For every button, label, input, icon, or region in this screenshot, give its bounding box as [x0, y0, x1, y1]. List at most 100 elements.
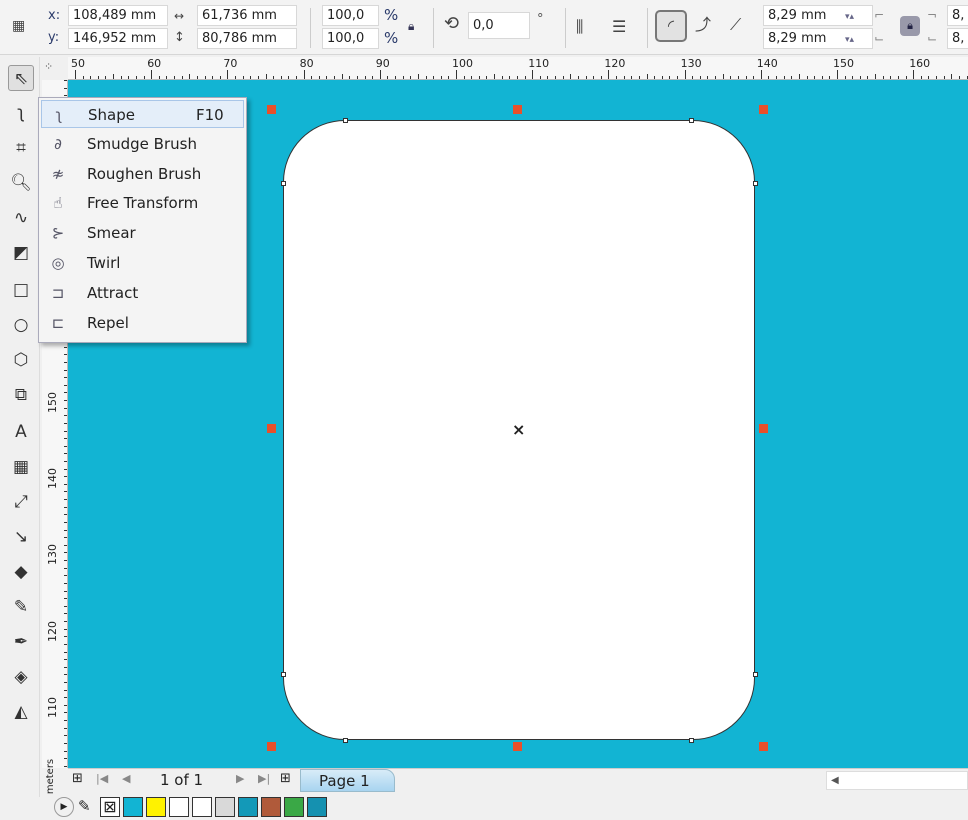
dimension-tool-icon[interactable]: ⤢: [8, 489, 34, 515]
rotation-input[interactable]: 0,0: [468, 12, 530, 39]
selection-handle[interactable]: [513, 742, 522, 751]
scalloped-corner-button[interactable]: ⤴: [695, 15, 711, 35]
lock-corners-icon[interactable]: 🔒︎: [900, 16, 920, 36]
extrude-tool-icon[interactable]: ◆: [8, 559, 34, 585]
menu-item-attract[interactable]: ⊐ Attract: [41, 279, 244, 307]
table-tool-icon[interactable]: ▦: [8, 454, 34, 480]
selection-handle[interactable]: [267, 742, 276, 751]
ruler-tick: [250, 76, 252, 79]
shape-tool-flyout: ʅ Shape F10 ∂ Smudge Brush ≉ Roughen Brush ☝ Fre…: [38, 97, 247, 343]
menu-item-shape[interactable]: ʅ Shape F10: [41, 100, 244, 128]
ruler-tick: [867, 76, 869, 79]
color-swatch[interactable]: [307, 797, 327, 817]
ruler-tick: [64, 438, 67, 440]
chamfered-corner-button[interactable]: ⟋: [730, 15, 741, 35]
tab-page-1[interactable]: Page 1: [300, 769, 395, 792]
color-swatch[interactable]: [169, 797, 189, 817]
menu-item-repel[interactable]: ⊏ Repel: [41, 309, 244, 337]
ruler-tick: [410, 76, 412, 79]
no-color-swatch[interactable]: ⊠: [100, 797, 120, 817]
ellipse-tool-icon[interactable]: ○: [8, 312, 34, 338]
selection-handle[interactable]: [267, 424, 276, 433]
spinner-icon[interactable]: ▾▴: [845, 30, 854, 50]
shape-node[interactable]: [689, 118, 694, 123]
ruler-tick: [966, 76, 968, 79]
width-input[interactable]: 61,736 mm: [197, 5, 297, 26]
menu-item-smear[interactable]: ⊱ Smear: [41, 219, 244, 247]
polygon-tool-icon[interactable]: ⬡: [8, 347, 34, 373]
ruler-tick: [113, 74, 115, 79]
basic-shapes-icon[interactable]: ⧉: [8, 382, 34, 408]
menu-item-free-transform[interactable]: ☝ Free Transform: [41, 189, 244, 217]
next-page-icon[interactable]: ▶: [236, 772, 244, 785]
shape-tool-icon[interactable]: ʅ: [8, 100, 34, 126]
menu-item-twirl[interactable]: ◎ Twirl: [41, 249, 244, 277]
ruler-tick: [318, 76, 320, 79]
interactive-fill-icon[interactable]: ◭: [8, 699, 34, 725]
connector-tool-icon[interactable]: ↘: [8, 524, 34, 550]
shape-node[interactable]: [689, 738, 694, 743]
pick-tool-icon[interactable]: ⇖: [8, 65, 34, 91]
ruler-tick: [715, 76, 717, 79]
shape-node[interactable]: [753, 672, 758, 677]
scale-y-input[interactable]: 100,0: [322, 28, 379, 49]
smart-fill-icon[interactable]: ◩: [8, 240, 34, 266]
x-position-input[interactable]: 108,489 mm: [68, 5, 168, 26]
last-page-icon[interactable]: ▶|: [258, 772, 270, 785]
shape-node[interactable]: [343, 738, 348, 743]
ruler-tick: [64, 651, 67, 653]
prev-page-icon[interactable]: ◀: [122, 772, 130, 785]
outline-pen-icon[interactable]: ✒: [8, 629, 34, 655]
ruler-tick: [791, 76, 793, 79]
corner-radius-right-bottom-input[interactable]: 8,: [947, 28, 968, 49]
color-swatch[interactable]: [261, 797, 281, 817]
height-input[interactable]: 80,786 mm: [197, 28, 297, 49]
color-swatch[interactable]: [192, 797, 212, 817]
selection-handle[interactable]: [759, 105, 768, 114]
menu-item-smudge-brush[interactable]: ∂ Smudge Brush: [41, 130, 244, 158]
horizontal-scrollbar[interactable]: ◀: [826, 771, 968, 790]
spinner-icon[interactable]: ▾▴: [845, 7, 854, 27]
shape-node[interactable]: [343, 118, 348, 123]
corner-radius-right-top-input[interactable]: 8,: [947, 5, 968, 26]
palette-scroll-icon[interactable]: ▶: [54, 797, 74, 817]
horizontal-ruler[interactable]: 50 60 70 80 90 100 110 120 130 140 150 160: [68, 57, 968, 80]
rectangle-tool-icon[interactable]: □: [8, 277, 34, 303]
selection-handle[interactable]: [759, 742, 768, 751]
mirror-horizontal-icon[interactable]: ⫼: [576, 17, 583, 37]
color-swatch[interactable]: [215, 797, 235, 817]
first-page-icon[interactable]: |◀: [96, 772, 108, 785]
center-marker-icon[interactable]: ×: [512, 420, 525, 439]
selection-handle[interactable]: [513, 105, 522, 114]
ruler-tick: [661, 76, 663, 79]
selection-handle[interactable]: [267, 105, 276, 114]
text-tool-icon[interactable]: A: [8, 419, 34, 445]
add-page-before-icon[interactable]: ⊞: [72, 771, 83, 786]
shape-node[interactable]: [281, 672, 286, 677]
selection-handle[interactable]: [759, 424, 768, 433]
add-page-after-icon[interactable]: ⊞: [280, 771, 291, 786]
color-swatch[interactable]: [238, 797, 258, 817]
ruler-origin-icon[interactable]: ⁘: [44, 60, 66, 78]
color-swatch[interactable]: [123, 797, 143, 817]
color-swatch[interactable]: [284, 797, 304, 817]
scale-x-input[interactable]: 100,0: [322, 5, 379, 26]
color-swatch[interactable]: [146, 797, 166, 817]
fill-tool-icon[interactable]: ◈: [8, 664, 34, 690]
corner-radius-bottom-input[interactable]: 8,29 mm: [763, 28, 873, 49]
y-position-input[interactable]: 146,952 mm: [68, 28, 168, 49]
crop-tool-icon[interactable]: ⌗: [8, 135, 34, 161]
round-corner-button[interactable]: ◜: [655, 10, 687, 42]
ruler-tick: [64, 636, 67, 638]
menu-item-roughen-brush[interactable]: ≉ Roughen Brush: [41, 160, 244, 188]
freehand-tool-icon[interactable]: ∿: [8, 205, 34, 231]
reference-point-icon[interactable]: ▦: [12, 16, 25, 36]
shape-node[interactable]: [753, 181, 758, 186]
mirror-vertical-icon[interactable]: ☰: [612, 17, 626, 37]
corner-radius-top-input[interactable]: 8,29 mm: [763, 5, 873, 26]
shape-node[interactable]: [281, 181, 286, 186]
zoom-tool-icon[interactable]: 🔍︎: [8, 170, 34, 196]
lock-ratio-icon[interactable]: 🔒︎: [408, 16, 414, 36]
eyedropper-tool-icon[interactable]: ✎: [8, 594, 34, 620]
eyedropper-icon[interactable]: ✎: [78, 797, 91, 815]
